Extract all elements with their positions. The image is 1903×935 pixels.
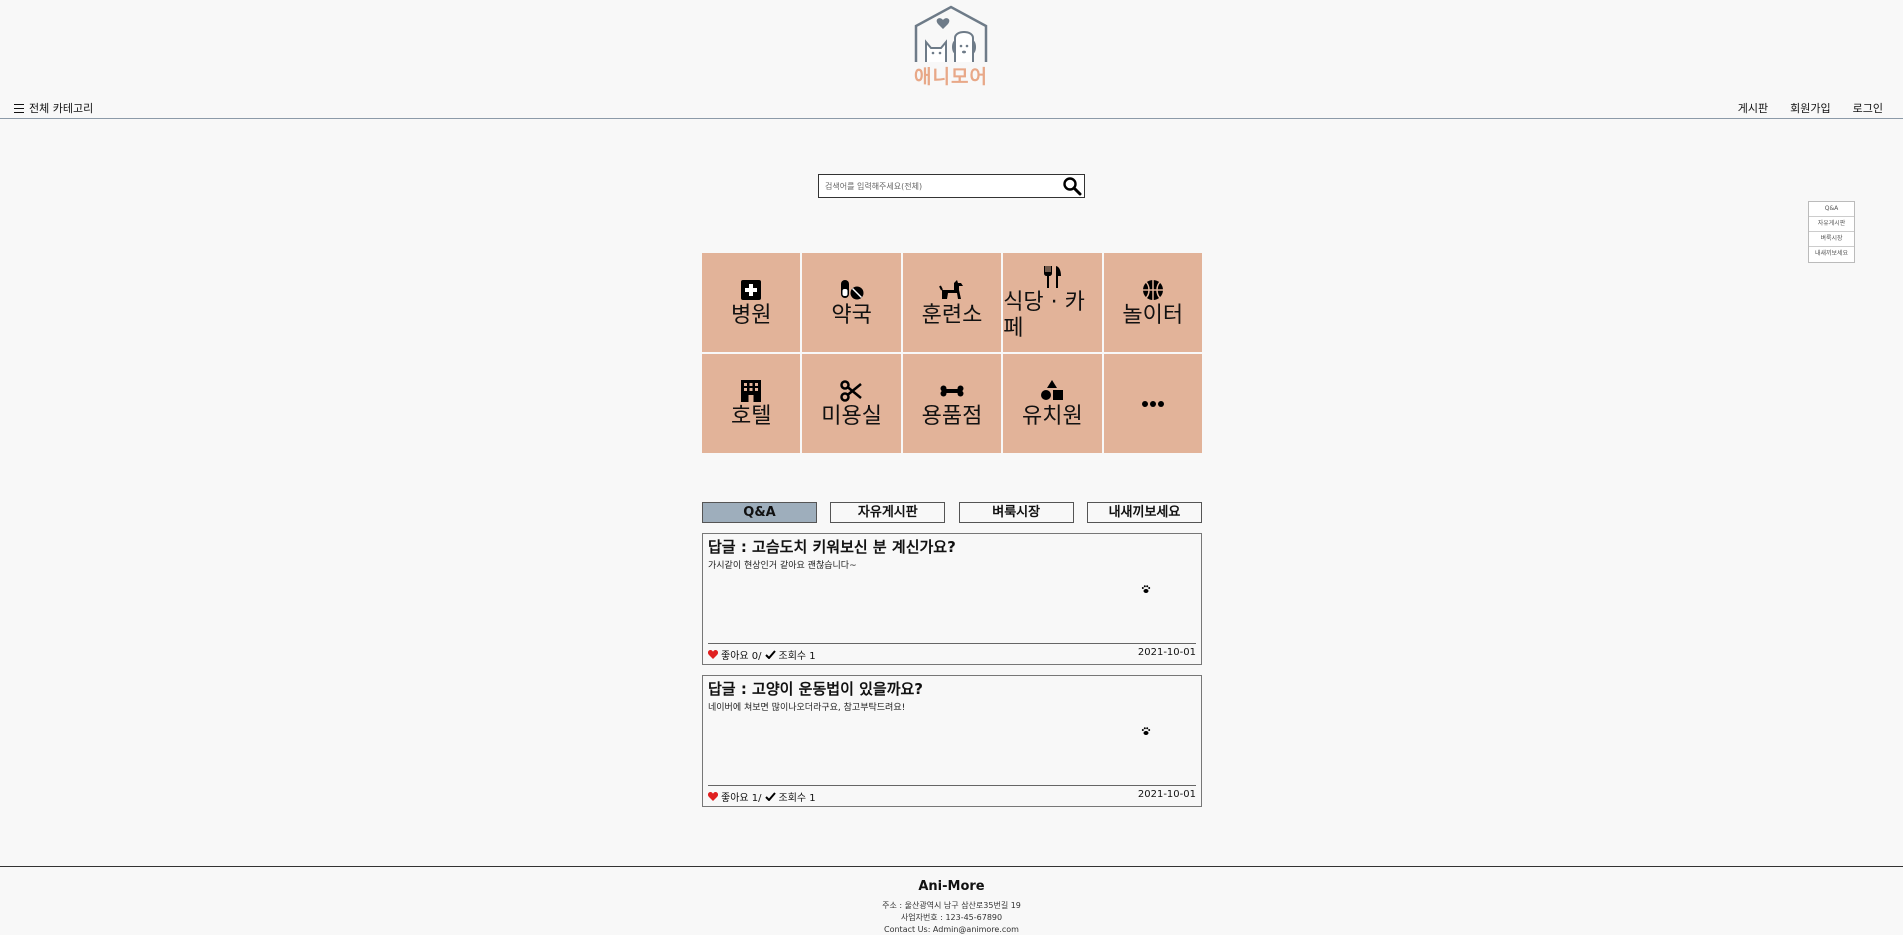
category-kindergarten[interactable]: 유치원	[1003, 354, 1102, 453]
category-more[interactable]	[1103, 354, 1202, 453]
post-divider	[708, 643, 1196, 644]
quick-menu-qna[interactable]: Q&A	[1809, 202, 1854, 217]
post-card[interactable]: 답글 : 고양이 운동법이 있을까요? 네이버에 쳐보면 많이나오더라구요, 참…	[702, 675, 1202, 807]
pills-icon	[840, 279, 864, 299]
category-label: 놀이터	[1122, 302, 1184, 328]
scissors-icon	[839, 379, 862, 402]
basketball-icon	[1142, 279, 1163, 300]
footer-brand: Ani-More	[918, 879, 985, 894]
account-links: 게시판 회원가입 로그인	[1738, 100, 1883, 116]
category-label: 미용실	[821, 403, 882, 429]
board-link[interactable]: 게시판	[1738, 100, 1768, 116]
category-pharmacy[interactable]: 약국	[802, 253, 901, 352]
post-title: 답글 : 고양이 운동법이 있을까요?	[708, 680, 923, 698]
category-grid: 병원 약국 훈련소 식당 · 카페 놀이터 호텔 미용실 용품점 유치원	[702, 253, 1202, 453]
tab-my-pet[interactable]: 내새끼보세요	[1086, 502, 1202, 523]
logo-text: 애니모어	[914, 66, 988, 88]
quick-menu-flea-market[interactable]: 벼룩시장	[1809, 232, 1854, 247]
heart-icon[interactable]	[708, 792, 718, 801]
post-title: 답글 : 고슴도치 키워보신 분 계신가요?	[708, 538, 956, 556]
signup-link[interactable]: 회원가입	[1790, 100, 1830, 116]
hamburger-icon	[14, 103, 24, 113]
tab-flea-market[interactable]: 벼룩시장	[958, 502, 1074, 523]
heart-icon[interactable]	[708, 650, 718, 659]
search-icon[interactable]	[1062, 176, 1082, 196]
like-count: 좋아요 0/	[721, 651, 762, 662]
dog-icon	[939, 279, 963, 299]
view-count: 조회수 1	[778, 651, 816, 662]
category-restaurant-cafe[interactable]: 식당 · 카페	[1003, 253, 1102, 352]
search-bar	[818, 174, 1085, 198]
category-training[interactable]: 훈련소	[902, 253, 1002, 352]
site-footer: Ani-More 주소 : 울산광역시 남구 삼산로35번길 19 사업자번호 …	[0, 866, 1903, 935]
post-card[interactable]: 답글 : 고슴도치 키워보신 분 계신가요? 가시같이 현상인거 같아요 괜찮습…	[702, 533, 1202, 665]
post-date: 2021-10-01	[1137, 789, 1196, 800]
category-label: 호텔	[730, 403, 772, 429]
paw-icon	[1141, 585, 1151, 593]
footer-contact: Contact Us: Admin@animore.com	[884, 925, 1019, 934]
category-label: 약국	[831, 302, 872, 328]
tab-qna[interactable]: Q&A	[702, 502, 817, 523]
first-aid-icon	[741, 279, 762, 300]
check-icon	[764, 650, 776, 659]
category-label: 식당 · 카페	[1003, 289, 1085, 341]
utensils-icon	[1044, 265, 1062, 288]
quick-menu-my-pet[interactable]: 내새끼보세요	[1809, 247, 1854, 262]
all-categories-label: 전체 카테고리	[29, 102, 94, 115]
post-date: 2021-10-01	[1137, 647, 1196, 658]
post-body: 가시같이 현상인거 같아요 괜찮습니다~	[708, 561, 857, 571]
category-hotel[interactable]: 호텔	[702, 354, 801, 453]
login-link[interactable]: 로그인	[1853, 100, 1883, 116]
post-stats: 좋아요 0/ 조회수 1	[708, 647, 816, 662]
footer-business-number: 사업자번호 : 123-45-67890	[900, 913, 1003, 922]
site-logo[interactable]: 애니모어	[906, 4, 996, 94]
paw-icon	[1141, 727, 1151, 735]
category-label: 용품점	[921, 403, 983, 429]
top-navigation: 전체 카테고리 게시판 회원가입 로그인	[0, 98, 1903, 119]
like-count: 좋아요 1/	[721, 793, 762, 804]
board-tabs: Q&A 자유게시판 벼룩시장 내새끼보세요	[702, 502, 1202, 523]
view-count: 조회수 1	[778, 793, 816, 804]
post-body: 네이버에 쳐보면 많이나오더라구요, 참고부탁드려요!	[708, 703, 906, 713]
footer-info: 주소 : 울산광역시 남구 삼산로35번길 19 사업자번호 : 123-45-…	[0, 900, 1903, 935]
check-icon	[764, 792, 776, 801]
tab-free-board[interactable]: 자유게시판	[830, 502, 946, 523]
category-supplies[interactable]: 용품점	[902, 354, 1002, 453]
shapes-icon	[1041, 379, 1064, 400]
search-input[interactable]	[825, 178, 1050, 194]
category-playground[interactable]: 놀이터	[1103, 253, 1202, 352]
category-hospital[interactable]: 병원	[702, 253, 801, 352]
post-divider	[708, 785, 1196, 786]
ellipsis-icon	[1141, 400, 1164, 407]
all-categories-button[interactable]: 전체 카테고리	[14, 100, 93, 116]
category-label: 유치원	[1022, 403, 1083, 429]
logo-house-icon	[914, 5, 988, 62]
bone-icon	[940, 385, 964, 396]
hotel-icon	[741, 379, 762, 402]
category-grooming[interactable]: 미용실	[802, 354, 901, 453]
quick-menu: Q&A 자유게시판 벼룩시장 내새끼보세요	[1808, 201, 1855, 263]
quick-menu-free-board[interactable]: 자유게시판	[1809, 217, 1854, 232]
post-stats: 좋아요 1/ 조회수 1	[708, 789, 816, 804]
category-label: 훈련소	[921, 302, 983, 328]
category-label: 병원	[730, 302, 772, 328]
footer-address: 주소 : 울산광역시 남구 삼산로35번길 19	[882, 901, 1021, 910]
